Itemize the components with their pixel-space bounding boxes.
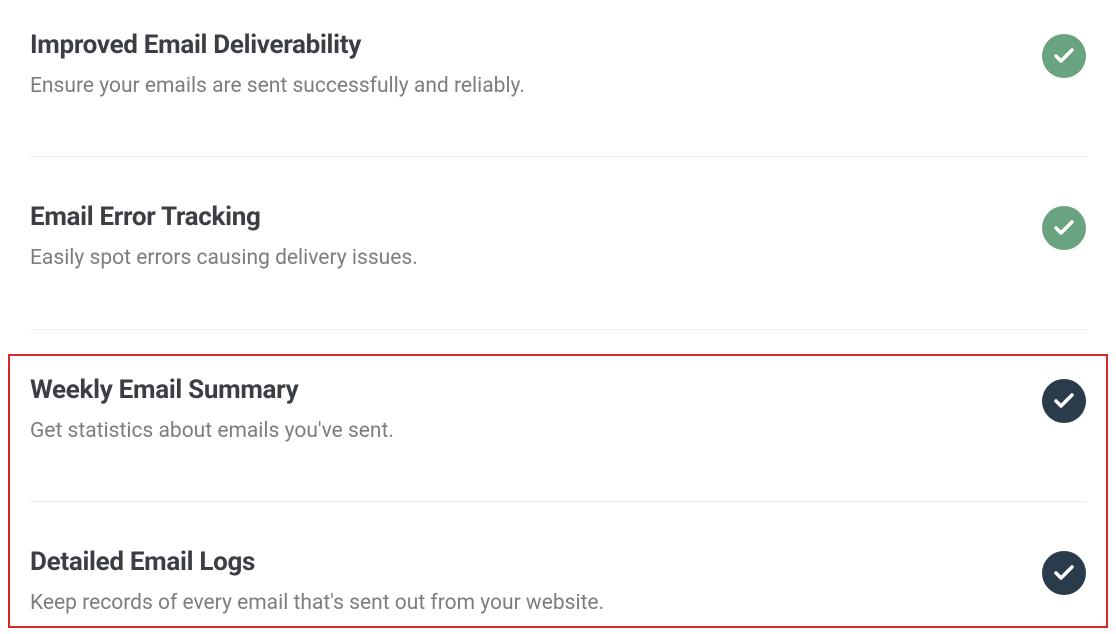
feature-text: Weekly Email Summary Get statistics abou… bbox=[30, 375, 1042, 446]
checkmark-icon bbox=[1042, 551, 1086, 595]
feature-description: Get statistics about emails you've sent. bbox=[30, 417, 1042, 446]
feature-row-detailed-logs: Detailed Email Logs Keep records of ever… bbox=[30, 547, 1086, 618]
feature-description: Keep records of every email that's sent … bbox=[30, 589, 1042, 618]
feature-text: Email Error Tracking Easily spot errors … bbox=[30, 202, 1042, 273]
feature-description: Easily spot errors causing delivery issu… bbox=[30, 244, 1042, 273]
feature-title: Email Error Tracking bbox=[30, 202, 1042, 232]
checkmark-icon bbox=[1042, 206, 1086, 250]
feature-description: Ensure your emails are sent successfully… bbox=[30, 72, 1042, 101]
feature-title: Weekly Email Summary bbox=[30, 375, 1042, 405]
feature-row-improved-deliverability: Improved Email Deliverability Ensure you… bbox=[30, 30, 1086, 157]
feature-text: Improved Email Deliverability Ensure you… bbox=[30, 30, 1042, 101]
feature-title: Improved Email Deliverability bbox=[30, 30, 1042, 60]
feature-row-weekly-summary: Weekly Email Summary Get statistics abou… bbox=[30, 375, 1086, 502]
checkmark-icon bbox=[1042, 379, 1086, 423]
feature-row-error-tracking: Email Error Tracking Easily spot errors … bbox=[30, 202, 1086, 329]
features-list: Improved Email Deliverability Ensure you… bbox=[0, 0, 1116, 619]
feature-title: Detailed Email Logs bbox=[30, 547, 1042, 577]
checkmark-icon bbox=[1042, 34, 1086, 78]
feature-text: Detailed Email Logs Keep records of ever… bbox=[30, 547, 1042, 618]
